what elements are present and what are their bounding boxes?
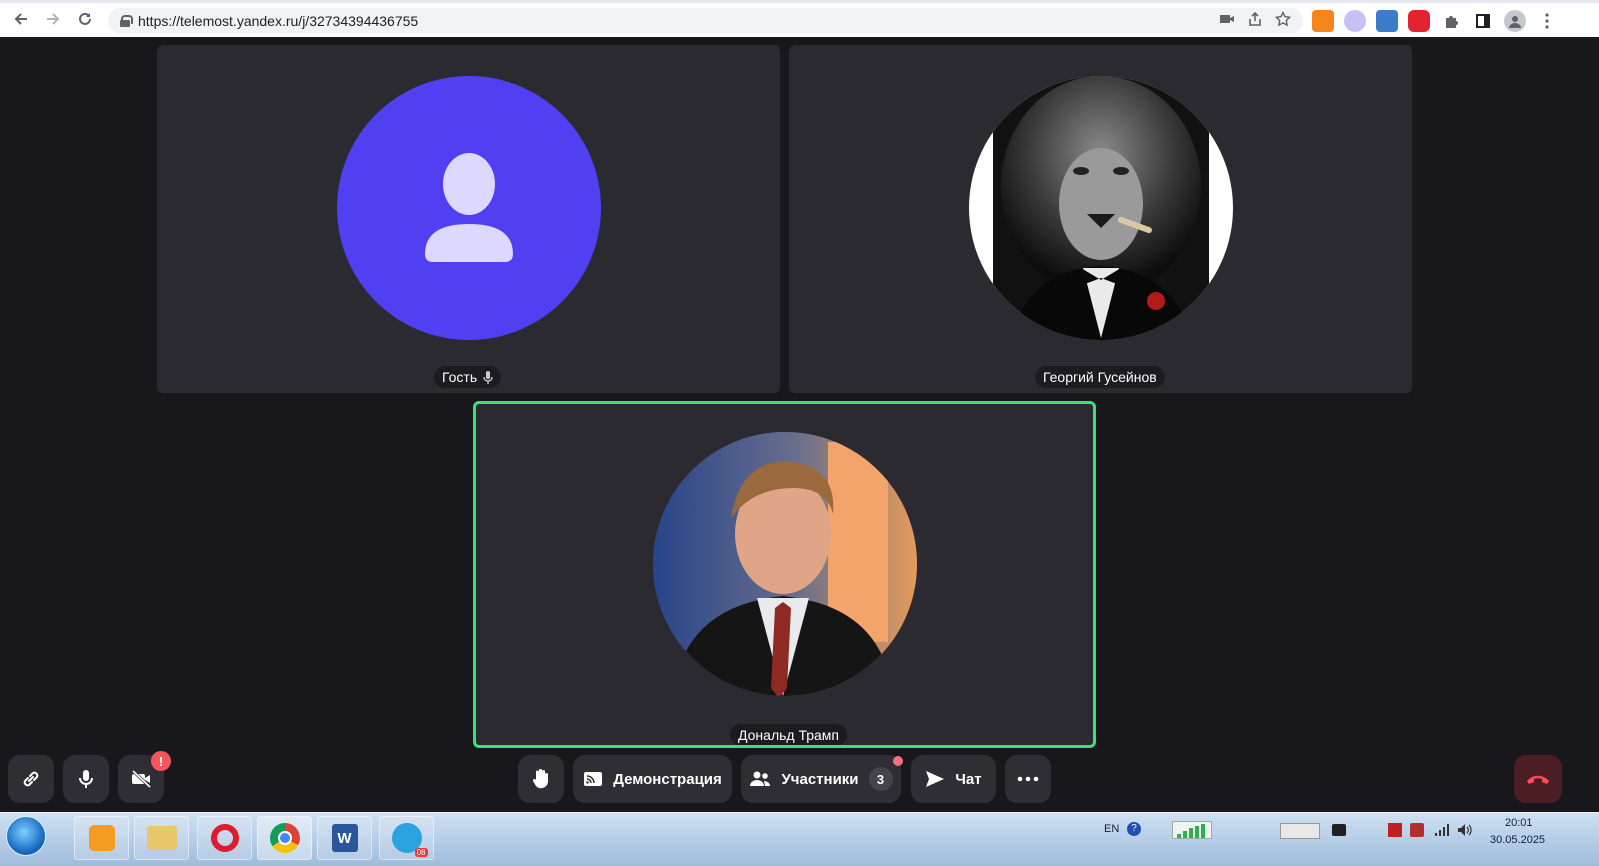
participant-name: Гость [442, 369, 478, 385]
taskbar-explorer-icon[interactable] [134, 816, 189, 860]
url-text: https://telemost.yandex.ru/j/32734394436… [138, 13, 419, 29]
address-bar[interactable]: https://telemost.yandex.ru/j/32734394436… [108, 8, 1303, 34]
participant-tile-georgiy[interactable]: Георгий Гусейнов [789, 45, 1412, 393]
avatar [653, 432, 917, 696]
menu-kebab-icon[interactable] [1536, 10, 1558, 32]
avatar [969, 76, 1233, 340]
profile-icon[interactable] [1504, 10, 1526, 32]
chat-button[interactable]: Чат [911, 755, 996, 803]
participant-tile-donald[interactable]: Дональд Трамп [473, 401, 1096, 748]
participant-tile-guest[interactable]: Гость [157, 45, 780, 393]
telegram-unread-badge: 08 [414, 848, 428, 857]
participant-name: Дональд Трамп [738, 727, 840, 743]
clock-time[interactable]: 20:01 [1505, 817, 1533, 829]
bookmark-star-icon[interactable] [1274, 10, 1292, 32]
battery-status-icon [1280, 823, 1320, 839]
hand-icon [532, 769, 548, 789]
participant-name: Георгий Гусейнов [1043, 369, 1157, 385]
participants-count-badge: 3 [868, 767, 893, 791]
browser-toolbar: https://telemost.yandex.ru/j/32734394436… [0, 0, 1599, 37]
language-indicator[interactable]: EN [1104, 823, 1119, 835]
taskbar-chrome-icon[interactable] [257, 816, 312, 860]
raise-hand-button[interactable] [518, 755, 564, 803]
lock-icon [120, 15, 133, 27]
microphone-icon [79, 770, 93, 788]
donald-portrait-image [653, 432, 917, 696]
taskbar-media-player-icon[interactable] [74, 816, 129, 860]
camera-off-icon [131, 770, 152, 788]
side-panel-icon[interactable] [1472, 10, 1494, 32]
participants-label: Участники [781, 770, 859, 788]
forward-icon[interactable] [38, 4, 68, 34]
metamask-icon[interactable] [1312, 10, 1334, 32]
share-icon[interactable] [1247, 11, 1263, 32]
phone-hangup-icon [1527, 775, 1549, 784]
os-taskbar: W 08 EN ? 20:01 30.05.2025 [0, 812, 1599, 866]
copy-link-button[interactable] [8, 755, 54, 803]
signal-strength-icon [1172, 821, 1212, 839]
clock-date[interactable]: 30.05.2025 [1490, 834, 1545, 846]
link-icon [23, 771, 39, 787]
camera-alert-badge: ! [151, 751, 171, 771]
notification-dot [893, 756, 903, 766]
taskbar-word-icon[interactable]: W [317, 816, 372, 860]
participants-button[interactable]: Участники 3 [741, 755, 901, 803]
cast-icon [584, 772, 603, 786]
lion-portrait-image [993, 76, 1209, 340]
network-error-icon[interactable] [1388, 823, 1402, 837]
participant-nameplate: Дональд Трамп [730, 724, 848, 745]
hang-up-button[interactable] [1514, 755, 1562, 803]
back-icon[interactable] [6, 4, 36, 34]
reload-icon[interactable] [70, 4, 100, 34]
extension-grid-icon[interactable] [1376, 10, 1398, 32]
send-icon [926, 771, 945, 787]
wifi-bars-icon[interactable] [1434, 823, 1450, 842]
participant-nameplate: Гость [434, 366, 502, 388]
puzzle-icon[interactable] [1440, 10, 1462, 32]
power-icon[interactable] [1332, 824, 1346, 836]
volume-icon[interactable] [1457, 823, 1473, 842]
windows-start-icon[interactable] [6, 816, 46, 856]
help-icon[interactable]: ? [1127, 822, 1141, 836]
more-options-button[interactable] [1005, 755, 1051, 803]
avatar [337, 76, 601, 340]
more-dots-icon [1017, 776, 1039, 782]
participant-nameplate: Георгий Гусейнов [1035, 366, 1165, 388]
people-icon [750, 771, 771, 786]
chat-label: Чат [955, 770, 982, 788]
antivirus-icon[interactable] [1410, 823, 1424, 837]
taskbar-telegram-icon[interactable]: 08 [379, 816, 434, 860]
youtube-icon[interactable] [1408, 10, 1430, 32]
microphone-icon [483, 370, 493, 384]
camera-blocked-icon[interactable] [1219, 12, 1235, 31]
screen-share-label: Демонстрация [613, 770, 722, 788]
user-silhouette-icon [425, 153, 513, 262]
microphone-button[interactable] [63, 755, 109, 803]
screen-share-button[interactable]: Демонстрация [573, 755, 732, 803]
extension-icon[interactable] [1344, 10, 1366, 32]
taskbar-opera-icon[interactable] [197, 816, 252, 860]
